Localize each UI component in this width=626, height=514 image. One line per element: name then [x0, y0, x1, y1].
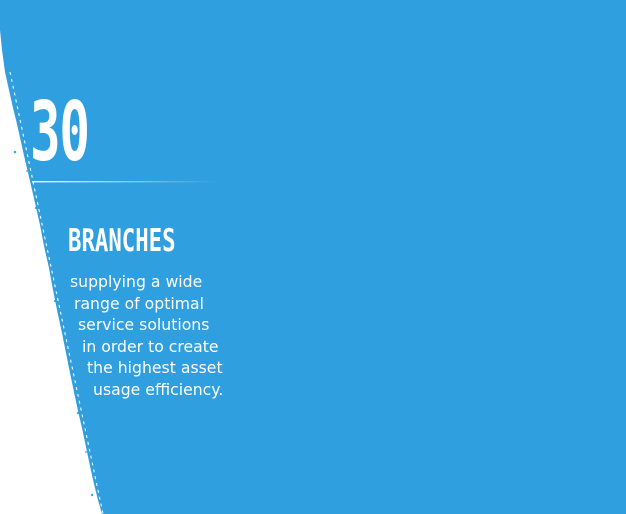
description-line-3: service solutions [78, 315, 210, 334]
description-line-2: range of optimal [74, 294, 204, 313]
stat-label: BRANCHES [68, 223, 176, 259]
stat-card: 30 BRANCHES supplying a wide range of op… [0, 0, 626, 514]
stat-number: 30 [30, 85, 90, 180]
description-line-5: the highest asset [87, 358, 223, 377]
description-line-1: supplying a wide [70, 272, 203, 291]
divider-line [32, 181, 218, 183]
description-line-6: usage efficiency. [93, 380, 224, 399]
description-line-4: in order to create [82, 337, 219, 356]
